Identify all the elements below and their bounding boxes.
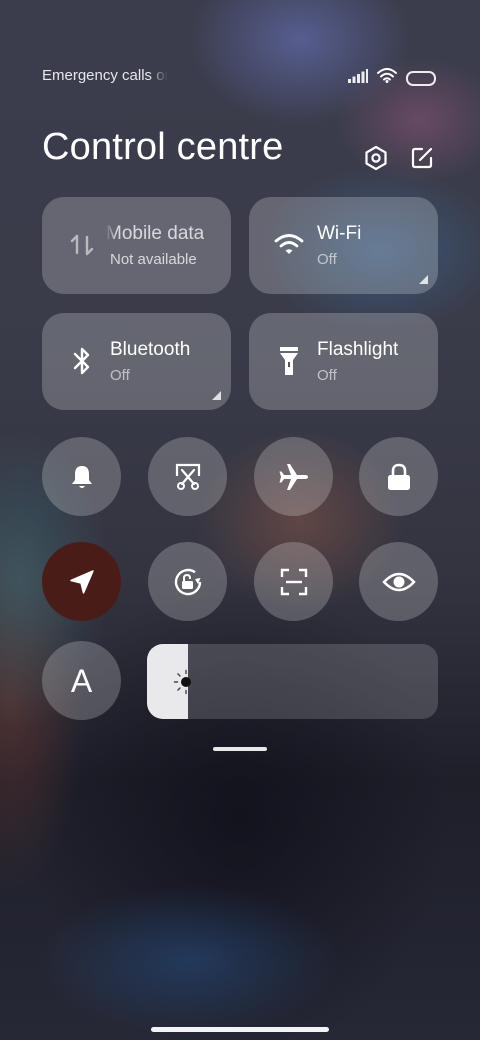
toggle-reading-mode[interactable] — [359, 542, 438, 621]
status-icons — [348, 68, 436, 88]
lock-icon — [387, 463, 410, 490]
settings-button[interactable] — [362, 144, 390, 172]
tile-flashlight-label: Flashlight — [317, 339, 399, 360]
font-letter: A — [70, 662, 93, 699]
wifi-icon — [377, 68, 397, 88]
edit-icon — [411, 147, 433, 169]
toggle-auto-rotate[interactable] — [148, 542, 227, 621]
tile-bluetooth-label: Bluetooth — [110, 339, 191, 360]
eye-icon — [381, 572, 416, 591]
toggle-location[interactable] — [42, 542, 121, 621]
scan-icon — [280, 568, 307, 595]
status-bar: Emergency calls only — [42, 64, 436, 88]
settings-icon — [365, 145, 387, 171]
tile-wifi[interactable]: Wi-Fi Off — [249, 197, 438, 294]
tile-flashlight-status: Off — [317, 367, 337, 384]
tile-mobile-data[interactable]: Mobile data Not available — [42, 197, 231, 294]
airplane-icon — [279, 463, 308, 490]
toggle-scanner[interactable] — [254, 542, 333, 621]
tile-bluetooth[interactable]: Bluetooth Off — [42, 313, 231, 410]
tile-flashlight[interactable]: Flashlight Off — [249, 313, 438, 410]
location-icon — [69, 569, 94, 594]
tile-wifi-status: Off — [317, 251, 337, 268]
brightness-icon — [173, 669, 199, 695]
header: Control centre — [42, 126, 438, 176]
tile-bluetooth-status: Off — [110, 367, 130, 384]
bluetooth-icon — [66, 345, 98, 377]
signal-icon — [348, 68, 368, 88]
page-title: Control centre — [42, 126, 284, 168]
wifi-icon — [273, 229, 305, 261]
tile-mobile-data-status: Not available — [110, 251, 197, 268]
tile-mobile-data-label: Mobile data — [106, 223, 205, 244]
expand-corner-icon[interactable] — [419, 275, 428, 284]
font-size-button[interactable]: A — [42, 641, 121, 720]
brightness-slider[interactable] — [147, 644, 438, 719]
toggle-lock-screen[interactable] — [359, 437, 438, 516]
battery-icon — [406, 70, 436, 86]
toggle-airplane-mode[interactable] — [254, 437, 333, 516]
toggle-sound[interactable] — [42, 437, 121, 516]
status-text: Emergency calls only — [42, 67, 168, 84]
auto-rotate-icon — [174, 568, 201, 595]
edit-button[interactable] — [408, 144, 436, 172]
home-indicator[interactable] — [151, 1027, 329, 1032]
toggle-screenshot[interactable] — [148, 437, 227, 516]
screenshot-crop-icon — [175, 463, 200, 490]
tile-wifi-label: Wi-Fi — [317, 223, 362, 244]
drag-handle[interactable] — [213, 747, 267, 751]
expand-corner-icon[interactable] — [212, 391, 221, 400]
flashlight-icon — [273, 345, 305, 377]
bell-icon — [71, 465, 92, 488]
mobile-data-icon — [66, 229, 98, 261]
